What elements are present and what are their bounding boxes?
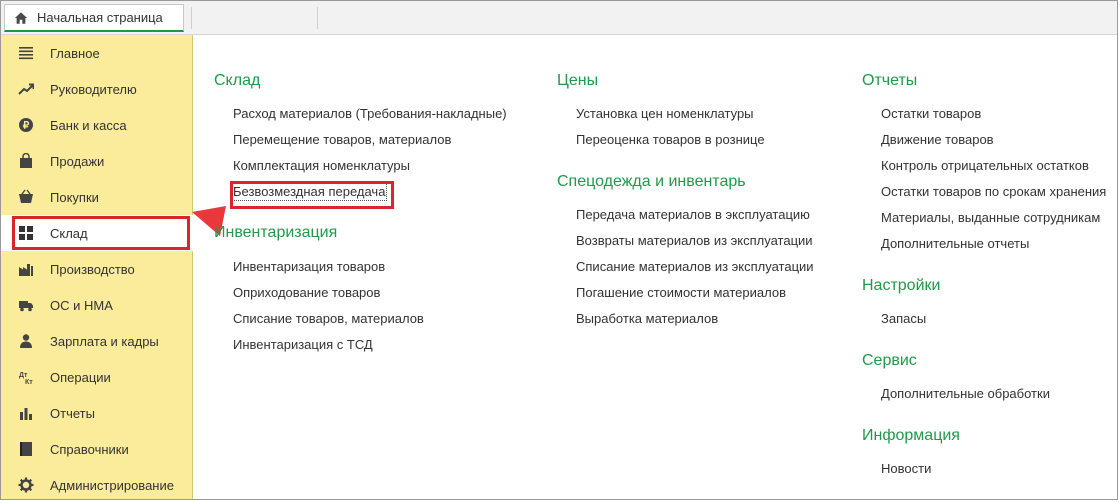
link-item-free-transfer[interactable]: Безвозмездная передача [230,182,388,201]
link-item[interactable]: Передача материалов в эксплуатацию [576,207,810,222]
sidebar-item-fixed-assets[interactable]: ОС и НМА [1,287,193,323]
sidebar-item-purchases[interactable]: Покупки [1,179,193,215]
tab-home-label: Начальная страница [37,10,163,25]
link-item[interactable]: Запасы [881,311,926,326]
trend-up-icon [17,80,35,98]
truck-icon [17,296,35,314]
section-title-workwear[interactable]: Спецодежда и инвентарь [557,173,746,191]
sidebar-item-production[interactable]: Производство [1,251,193,287]
menu-lines-icon [17,44,35,62]
section-title-inventory[interactable]: Инвентаризация [214,224,337,242]
sidebar-item-payroll[interactable]: Зарплата и кадры [1,323,193,359]
section-title-prices[interactable]: Цены [557,72,598,90]
sidebar-item-warehouse[interactable]: Склад [1,215,193,251]
link-item[interactable]: Остатки товаров [881,106,981,121]
tab-separator [317,7,318,29]
link-item[interactable]: Списание товаров, материалов [233,311,424,326]
book-icon [17,440,35,458]
link-item[interactable]: Выработка материалов [576,311,718,326]
tab-separator [191,7,192,29]
section-title-warehouse[interactable]: Склад [214,72,260,90]
link-item[interactable]: Контроль отрицательных остатков [881,158,1089,173]
shopping-bag-icon [17,152,35,170]
sidebar-item-bank[interactable]: ₽ Банк и касса [1,107,193,143]
person-icon [17,332,35,350]
sidebar-item-label: Покупки [50,189,99,205]
sidebar-item-label: Главное [50,45,100,61]
sidebar-item-main[interactable]: Главное [1,35,193,71]
tab-home[interactable]: Начальная страница [4,4,184,32]
sidebar: Главное Руководителю ₽ Банк и касса Прод… [1,35,193,499]
section-title-service[interactable]: Сервис [862,352,917,370]
sidebar-item-label: Банк и касса [50,117,127,133]
sidebar-item-label: Руководителю [50,81,137,97]
svg-text:₽: ₽ [23,121,30,132]
link-item[interactable]: Установка цен номенклатуры [576,106,754,121]
shopping-basket-icon [17,188,35,206]
sidebar-item-label: Склад [50,225,88,241]
gear-icon [17,476,35,494]
sidebar-item-sales[interactable]: Продажи [1,143,193,179]
link-item[interactable]: Расход материалов (Требования-накладные) [233,106,507,121]
sidebar-item-operations[interactable]: Дт Кт Операции [1,359,193,395]
link-item[interactable]: Движение товаров [881,132,994,147]
home-icon [14,11,28,24]
bar-chart-icon [17,404,35,422]
sidebar-item-manager[interactable]: Руководителю [1,71,193,107]
sidebar-item-label: Отчеты [50,405,95,421]
link-item[interactable]: Переоценка товаров в рознице [576,132,765,147]
link-item[interactable]: Перемещение товаров, материалов [233,132,451,147]
factory-icon [17,260,35,278]
section-title-info[interactable]: Информация [862,427,960,445]
link-item[interactable]: Комплектация номенклатуры [233,158,410,173]
link-item[interactable]: Возвраты материалов из эксплуатации [576,233,813,248]
svg-text:Кт: Кт [25,379,33,385]
link-item[interactable]: Погашение стоимости материалов [576,285,786,300]
sidebar-item-label: Производство [50,261,135,277]
link-item[interactable]: Дополнительные обработки [881,386,1050,401]
main-content: Склад Расход материалов (Требования-накл… [194,35,1116,499]
link-item[interactable]: Инвентаризация товаров [233,259,385,274]
debit-credit-icon: Дт Кт [17,368,35,386]
sidebar-item-label: ОС и НМА [50,297,113,313]
sidebar-item-label: Администрирование [50,477,174,493]
warehouse-grid-icon [17,224,35,242]
sidebar-item-label: Зарплата и кадры [50,333,159,349]
sidebar-item-label: Операции [50,369,111,385]
sidebar-item-label: Справочники [50,441,129,457]
link-item[interactable]: Новости [881,461,931,476]
section-title-reports[interactable]: Отчеты [862,72,917,90]
svg-text:Дт: Дт [19,372,28,379]
top-bar: Начальная страница [1,1,1117,35]
coin-icon: ₽ [17,116,35,134]
section-title-settings[interactable]: Настройки [862,277,940,295]
sidebar-item-admin[interactable]: Администрирование [1,467,193,503]
sidebar-item-directories[interactable]: Справочники [1,431,193,467]
sidebar-item-label: Продажи [50,153,105,169]
link-item[interactable]: Оприходование товаров [233,285,380,300]
link-item[interactable]: Списание материалов из эксплуатации [576,259,814,274]
link-item[interactable]: Остатки товаров по срокам хранения [881,184,1106,199]
link-item[interactable]: Инвентаризация с ТСД [233,337,373,352]
sidebar-item-reports[interactable]: Отчеты [1,395,193,431]
link-item[interactable]: Материалы, выданные сотрудникам [881,210,1100,225]
link-item[interactable]: Дополнительные отчеты [881,236,1029,251]
